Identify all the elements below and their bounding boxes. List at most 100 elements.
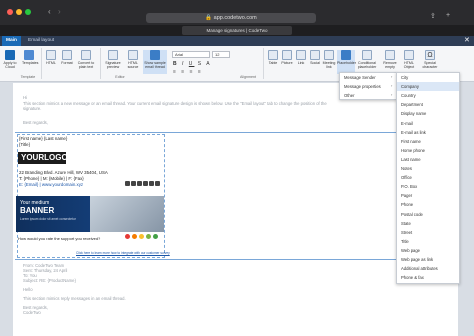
signature-bottom-guide: [15, 259, 458, 260]
menu-item-first-name[interactable]: First name: [397, 137, 459, 146]
emoji-angry-icon[interactable]: [125, 234, 130, 239]
linkedin-icon[interactable]: [131, 181, 136, 186]
link-button[interactable]: Link: [294, 50, 308, 74]
social-icon: [310, 50, 320, 60]
survey-question: How would you rate the support you recei…: [18, 236, 101, 241]
close-icon[interactable]: ✕: [464, 36, 470, 46]
menu-item-last-name[interactable]: Last name: [397, 155, 459, 164]
youtube-icon[interactable]: [149, 181, 154, 186]
banner-image: [90, 196, 164, 232]
menu-item-state[interactable]: State: [397, 219, 459, 228]
placeholder-menu: Message Sender Message properties Other: [339, 72, 397, 100]
meeting-icon: [324, 50, 334, 60]
pinterest-icon[interactable]: [155, 181, 160, 186]
menu-item-additional-attributes[interactable]: Additional attributes: [397, 264, 459, 273]
url-text: app.codetwo.com: [213, 15, 257, 21]
banner-line3: Lorem ipsum dolor sit amet consectetur: [20, 217, 76, 221]
emoji-neutral-icon[interactable]: [139, 234, 144, 239]
html-button[interactable]: HTML: [44, 50, 58, 74]
conditional-placeholder-button[interactable]: Conditional placeholder: [357, 50, 377, 74]
new-tab-icon[interactable]: +: [446, 12, 450, 19]
show-sample-email-thread-button[interactable]: Show sample email thread: [143, 50, 167, 74]
submenu-arrow-icon: ›: [391, 83, 393, 88]
menu-item-phone-and-fax[interactable]: Phone & fax: [397, 273, 459, 282]
signature-preview-button[interactable]: Signature preview: [104, 50, 122, 74]
tab-email-layout[interactable]: Email layout: [24, 36, 58, 46]
menu-item-office[interactable]: Office: [397, 173, 459, 182]
menu-item-web-page[interactable]: Web page: [397, 246, 459, 255]
emoji-sad-icon[interactable]: [132, 234, 137, 239]
browser-tab[interactable]: Manage signatures | CodeTwo: [182, 26, 292, 35]
apply-to-cloud-button[interactable]: Apply to Cloud: [3, 50, 17, 74]
menu-item-city[interactable]: City: [397, 73, 459, 82]
font-name-select[interactable]: Arial: [172, 51, 210, 58]
signature-phones: T: {Phone} | M: {Mobile} | F: {Fax}: [19, 176, 84, 181]
instagram-icon[interactable]: [143, 181, 148, 186]
templates-icon: [24, 50, 34, 60]
close-window-icon[interactable]: [7, 9, 13, 15]
font-size-select[interactable]: 12: [212, 51, 230, 58]
templates-button[interactable]: Templates: [22, 50, 38, 74]
conditional-icon: [362, 50, 372, 60]
menu-item-email[interactable]: E-mail: [397, 119, 459, 128]
share-icon[interactable]: ⇪: [430, 12, 436, 20]
menu-item-home-phone[interactable]: Home phone: [397, 146, 459, 155]
text-style-buttons[interactable]: B I U S A: [173, 61, 212, 67]
remove-empty-button[interactable]: Remove empty: [383, 50, 397, 74]
quoted-subject: Subject: RE: {ProductName}: [23, 278, 76, 283]
email-greeting: Hi: [23, 95, 27, 100]
maximize-window-icon[interactable]: [25, 9, 31, 15]
menu-item-company[interactable]: Company: [397, 82, 459, 92]
address-bar[interactable]: 🔒 app.codetwo.com: [146, 13, 316, 23]
sender-attributes-menu: City Company Country Department Display …: [396, 72, 460, 284]
email-regards: Best regards,: [23, 120, 48, 125]
minimize-window-icon[interactable]: [16, 9, 22, 15]
menu-item-street[interactable]: Street: [397, 228, 459, 237]
quoted-body: This section mimics reply messages in an…: [23, 296, 126, 301]
menu-item-country[interactable]: Country: [397, 91, 459, 100]
submenu-arrow-icon: ›: [391, 92, 393, 97]
preview-icon: [108, 50, 118, 60]
convert-to-plain-text-button[interactable]: Convert to plain text: [77, 50, 95, 74]
quoted-signature: CodeTwo: [23, 310, 41, 315]
html-object-button[interactable]: HTML Object: [402, 50, 416, 74]
twitter-icon[interactable]: [137, 181, 142, 186]
menu-item-department[interactable]: Department: [397, 100, 459, 109]
menu-item-title[interactable]: Title: [397, 237, 459, 246]
menu-item-message-sender[interactable]: Message Sender: [340, 73, 396, 82]
table-button[interactable]: Table: [266, 50, 280, 74]
logo: YOURLOGO: [18, 152, 68, 164]
signature-web[interactable]: E: {Email} | www.yourdomain.xyz: [19, 182, 83, 187]
html-source-button[interactable]: HTML source: [125, 50, 141, 74]
menu-item-display-name[interactable]: Display name: [397, 109, 459, 118]
forward-arrow-icon[interactable]: ›: [58, 7, 61, 16]
menu-item-web-page-as-link[interactable]: Web page as link: [397, 255, 459, 264]
convert-icon: [81, 50, 91, 60]
back-arrow-icon[interactable]: ‹: [48, 7, 51, 16]
tab-main[interactable]: Main: [2, 36, 21, 46]
emoji-very-happy-icon[interactable]: [153, 234, 158, 239]
placeholder-button[interactable]: Placeholder: [337, 50, 356, 74]
cloud-icon: [5, 50, 15, 60]
emoji-happy-icon[interactable]: [146, 234, 151, 239]
social-button[interactable]: Social: [308, 50, 322, 74]
menu-item-phone[interactable]: Phone: [397, 200, 459, 209]
menu-item-notes[interactable]: Notes: [397, 164, 459, 173]
banner-line2: BANNER: [20, 206, 55, 215]
format-icon: [62, 50, 72, 60]
link-icon: [296, 50, 306, 60]
alignment-buttons[interactable]: ≡ ≡ ≡ ≡: [173, 69, 203, 75]
menu-item-postal-code[interactable]: Postal code: [397, 210, 459, 219]
menu-item-po-box[interactable]: P.O. Box: [397, 182, 459, 191]
meeting-link-button[interactable]: Meeting link: [322, 50, 336, 74]
picture-button[interactable]: Picture: [280, 50, 294, 74]
facebook-icon[interactable]: [125, 181, 130, 186]
menu-item-email-as-link[interactable]: E-mail as link: [397, 128, 459, 137]
menu-item-pager[interactable]: Pager: [397, 191, 459, 200]
survey-link[interactable]: Click here to learn more how to integrat…: [76, 251, 170, 255]
menu-item-message-properties[interactable]: Message properties: [340, 82, 396, 91]
special-character-button[interactable]: Ω Special character: [421, 50, 439, 74]
html-icon: [46, 50, 56, 60]
menu-item-other[interactable]: Other: [340, 91, 396, 100]
format-button[interactable]: Format: [60, 50, 74, 74]
